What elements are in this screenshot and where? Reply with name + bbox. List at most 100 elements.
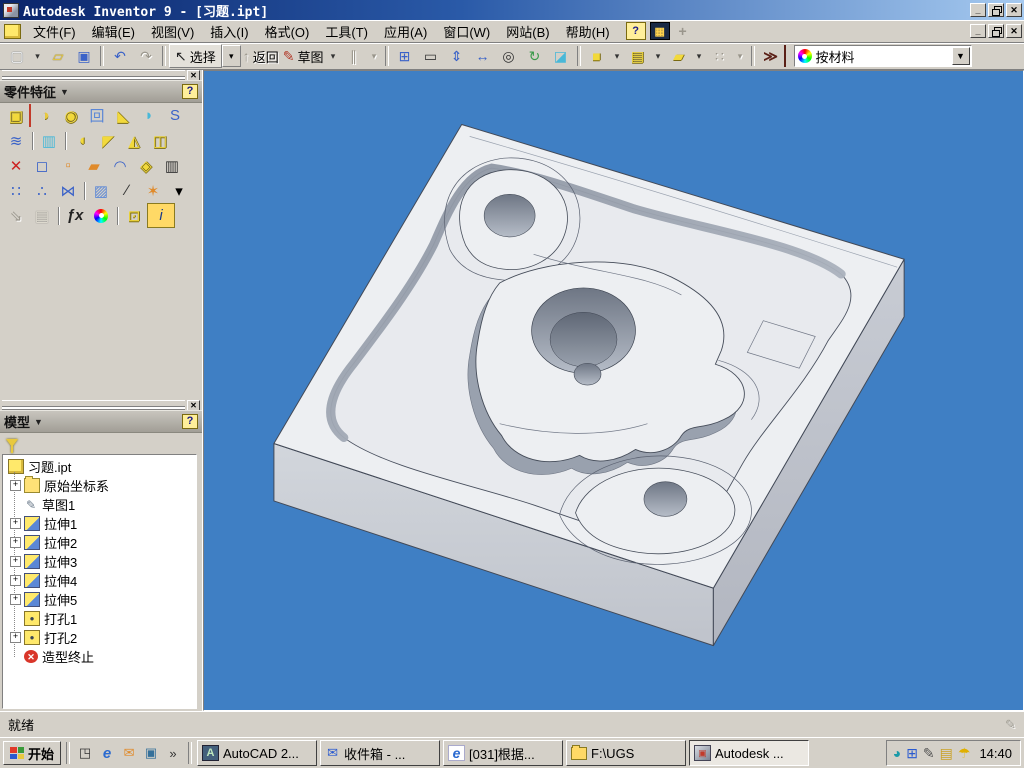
graphics-viewport[interactable] — [203, 70, 1024, 711]
part-features-header[interactable]: 零件特征 ▼ ? — [0, 80, 202, 103]
pan-button[interactable]: ↔ — [470, 45, 496, 67]
decal-icon[interactable]: ▥ — [159, 154, 185, 177]
extrude-icon[interactable]: ▣ — [3, 104, 29, 127]
quick-launch-overflow-chevron[interactable]: » — [163, 743, 183, 763]
update-button[interactable]: ∥ — [341, 45, 367, 67]
part-3d-model[interactable] — [204, 71, 1023, 710]
taskbar-task-button[interactable]: ✉ 收件箱 - ... — [320, 740, 440, 766]
select-dropdown-arrow[interactable]: ▾ — [222, 45, 241, 67]
update-dropdown-arrow[interactable]: ▾ — [367, 45, 382, 67]
menu-item[interactable]: 帮助(H) — [558, 20, 618, 43]
undo-button[interactable]: ↶ — [107, 45, 133, 67]
tree-item[interactable]: + 原始坐标系 — [5, 476, 196, 495]
menu-item[interactable]: 编辑(E) — [84, 20, 143, 43]
taskbar-task-button[interactable]: ▣ Autodesk ... — [689, 740, 809, 766]
hole-icon[interactable]: ◉ — [58, 104, 84, 127]
zoom-all-button[interactable]: ⊞ — [392, 45, 418, 67]
save-button[interactable]: ▣ — [71, 45, 97, 67]
new-file-button[interactable]: ▢ — [4, 45, 30, 67]
menu-item[interactable]: 文件(F) — [25, 20, 84, 43]
mirror-feature-icon[interactable]: ⋈ — [55, 179, 81, 202]
revolve-icon[interactable]: ◑ — [29, 104, 58, 127]
menu-item[interactable]: 窗口(W) — [435, 20, 498, 43]
tree-item[interactable]: + ● 打孔1 — [5, 609, 196, 628]
sweep-icon[interactable]: S — [162, 104, 188, 127]
rib-icon[interactable]: ◣ — [110, 104, 136, 127]
chamfer-icon[interactable]: ◤ — [95, 129, 121, 152]
orbit-button[interactable]: ↻ — [522, 45, 548, 67]
menu-item[interactable]: 格式(O) — [257, 20, 318, 43]
select-tool-button[interactable]: ↖ 选择 — [169, 44, 222, 68]
menu-item[interactable]: 网站(B) — [498, 20, 557, 43]
channels-icon[interactable]: ◳ — [75, 743, 95, 763]
fillet-icon[interactable]: ◖ — [69, 129, 95, 152]
minimize-button[interactable]: _ — [970, 3, 986, 17]
pen-settings-icon[interactable]: ✎ — [923, 745, 935, 762]
network-globe-icon[interactable]: ◕ — [893, 745, 901, 762]
combo-dropdown-button[interactable]: ▼ — [952, 47, 970, 65]
tree-item[interactable]: + 拉伸3 — [5, 552, 196, 571]
outlook-express-icon[interactable]: ✉ — [119, 743, 139, 763]
menu-item[interactable]: 应用(A) — [376, 20, 435, 43]
return-button[interactable]: ↑ 返回 — [241, 45, 281, 67]
tree-item[interactable]: + 拉伸5 — [5, 590, 196, 609]
zoom-dynamic-button[interactable]: ⇕ — [444, 45, 470, 67]
expand-toggle[interactable]: + — [10, 480, 21, 491]
show-desktop-icon[interactable]: ▣ — [141, 743, 161, 763]
antivirus-umbrella-icon[interactable]: ☂ — [958, 745, 971, 762]
create-ipart-icon[interactable]: ▤ — [29, 204, 55, 227]
loft-icon[interactable]: ◗ — [136, 104, 162, 127]
expand-toggle[interactable]: + — [10, 575, 21, 586]
delete-face-icon[interactable]: ✕ — [3, 154, 29, 177]
expand-toggle[interactable]: + — [10, 594, 21, 605]
work-point-icon[interactable]: ✶ — [140, 179, 166, 202]
expand-toggle[interactable]: + — [10, 537, 21, 548]
tree-item[interactable]: + ● 打孔2 — [5, 628, 196, 647]
palette-grabber[interactable]: ✕ — [0, 70, 202, 80]
tree-item[interactable]: + 拉伸4 — [5, 571, 196, 590]
display-settings-icon[interactable]: ⊞ — [906, 745, 918, 762]
taskbar-task-button[interactable]: A AutoCAD 2... — [197, 740, 317, 766]
tree-item[interactable]: + 拉伸2 — [5, 533, 196, 552]
tree-root-item[interactable]: 习题.ipt — [5, 457, 196, 476]
child-close-button[interactable]: ✕ — [1006, 24, 1022, 38]
zoom-window-button[interactable]: ▭ — [418, 45, 444, 67]
ground-shadow-button[interactable]: ▰ — [666, 45, 692, 67]
tree-item[interactable]: + ✎ 草图1 — [5, 495, 196, 514]
insert-ifeature-icon[interactable]: ⊡ — [121, 204, 147, 227]
stitch-surface-icon[interactable]: ▫ — [55, 154, 81, 177]
expand-toggle[interactable]: + — [10, 556, 21, 567]
appearance-icon[interactable] — [88, 204, 114, 227]
menu-item[interactable]: 工具(T) — [317, 20, 376, 43]
look-at-button[interactable]: ◪ — [548, 45, 574, 67]
start-button[interactable]: 开始 — [3, 741, 61, 765]
model-header[interactable]: 模型 ▼ ? — [0, 410, 202, 433]
work-features-dropdown-arrow[interactable]: ▾ — [166, 179, 192, 202]
split-icon[interactable]: ◫ — [147, 129, 173, 152]
thread-icon[interactable]: ▥ — [36, 129, 62, 152]
child-minimize-button[interactable]: _ — [970, 24, 986, 38]
palette-close-button[interactable]: ✕ — [187, 70, 200, 81]
taskbar-task-button[interactable]: F:\UGS — [566, 740, 686, 766]
scheduler-icon[interactable]: ▤ — [940, 745, 953, 762]
component-opacity-button[interactable]: ∷ — [707, 45, 733, 67]
close-button[interactable]: ✕ — [1006, 3, 1022, 17]
camera-view-dropdown-arrow[interactable]: ▾ — [651, 45, 666, 67]
work-axis-icon[interactable]: ∕ — [114, 179, 140, 202]
help-button[interactable]: ? — [182, 84, 198, 99]
work-plane-icon[interactable]: ▨ — [88, 179, 114, 202]
visual-syllabus-icon[interactable]: ▦ — [650, 22, 670, 40]
expand-toggle[interactable]: + — [10, 632, 21, 643]
open-button[interactable]: ▱ — [45, 45, 71, 67]
sketch-button[interactable]: ✎ 草图 — [281, 45, 326, 67]
filter-icon[interactable] — [6, 439, 18, 447]
shaded-display-dropdown-arrow[interactable]: ▾ — [610, 45, 625, 67]
derived-component-icon[interactable]: ⇘ — [3, 204, 29, 227]
menu-item[interactable]: 插入(I) — [202, 20, 256, 43]
camera-view-button[interactable]: ▤ — [625, 45, 651, 67]
component-opacity-dropdown-arrow[interactable]: ▾ — [733, 45, 748, 67]
shell-icon[interactable]: 回 — [84, 104, 110, 127]
ground-shadow-dropdown-arrow[interactable]: ▾ — [692, 45, 707, 67]
replace-face-icon[interactable]: ◻ — [29, 154, 55, 177]
help-button[interactable]: ? — [182, 414, 198, 429]
